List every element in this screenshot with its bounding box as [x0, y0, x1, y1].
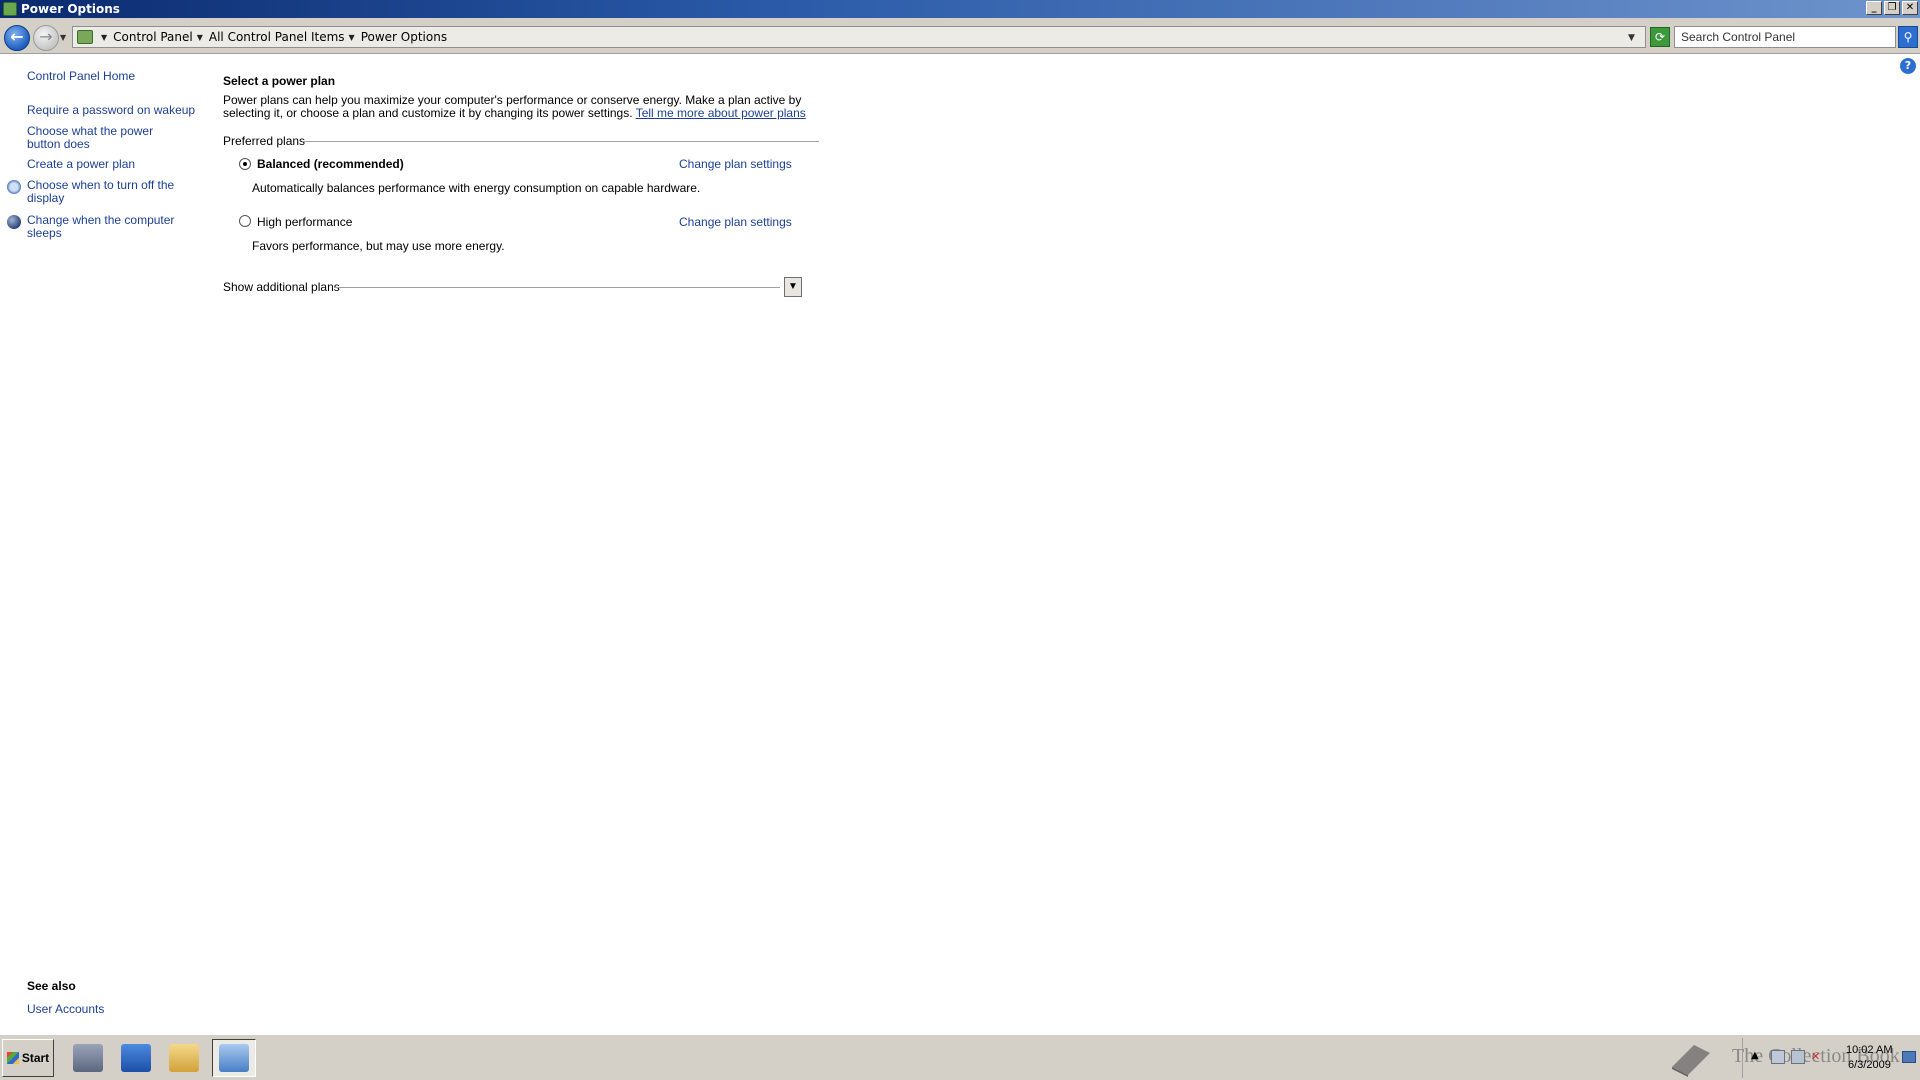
- help-icon[interactable]: ?: [1900, 58, 1916, 74]
- plan-description-balanced: Automatically balances performance with …: [252, 181, 701, 195]
- title-bar: Power Options _ ❐ ✕: [0, 0, 1920, 18]
- chevron-down-icon[interactable]: ▼: [197, 33, 203, 42]
- network-icon[interactable]: [1791, 1050, 1805, 1064]
- powershell-glyph: [121, 1044, 151, 1072]
- show-additional-plans-label[interactable]: Show additional plans: [223, 280, 340, 294]
- start-label: Start: [21, 1051, 50, 1065]
- main-content: Select a power plan Power plans can help…: [222, 54, 1902, 1034]
- control-panel-glyph: [219, 1044, 249, 1072]
- see-also-user-accounts[interactable]: User Accounts: [27, 1002, 104, 1016]
- restore-button[interactable]: ❐: [1884, 1, 1900, 15]
- address-bar: ← → ▼ ▼ Control Panel ▼ All Control Pane…: [0, 18, 1920, 54]
- clock-date[interactable]: 6/3/2009: [1848, 1059, 1891, 1071]
- plan-name-balanced[interactable]: Balanced (recommended): [257, 157, 404, 171]
- forward-button[interactable]: →: [33, 25, 59, 51]
- server-manager-glyph: [73, 1044, 103, 1072]
- breadcrumb[interactable]: ▼ Control Panel ▼ All Control Panel Item…: [72, 26, 1646, 48]
- chevron-down-icon[interactable]: ▼: [101, 33, 107, 42]
- action-center-icon[interactable]: [1771, 1050, 1785, 1064]
- window-title: Power Options: [21, 2, 120, 16]
- explorer-icon[interactable]: [162, 1039, 206, 1077]
- close-button[interactable]: ✕: [1902, 1, 1918, 15]
- balanced-radio[interactable]: [239, 158, 251, 170]
- taskbar: Start The Collection Book ▲ ✕ 10:02 AM 6…: [0, 1034, 1920, 1080]
- change-plan-settings-high-performance[interactable]: Change plan settings: [679, 215, 792, 229]
- sidebar-item-power-button[interactable]: Choose what the power button does: [27, 125, 187, 151]
- recent-pages-dropdown-icon[interactable]: ▼: [60, 33, 66, 42]
- control-panel-icon[interactable]: [212, 1039, 256, 1077]
- search-icon[interactable]: ⚲: [1898, 26, 1918, 48]
- sidebar: Control Panel Home Require a password on…: [0, 54, 210, 1034]
- search-input[interactable]: Search Control Panel: [1674, 26, 1896, 48]
- sidebar-item-require-password[interactable]: Require a password on wakeup: [27, 104, 202, 117]
- moon-icon: [7, 215, 21, 229]
- address-dropdown-icon[interactable]: ▼: [1628, 33, 1635, 43]
- powershell-icon[interactable]: [114, 1039, 158, 1077]
- power-options-icon: [3, 2, 17, 16]
- minimize-button[interactable]: _: [1866, 1, 1882, 15]
- window-controls: _ ❐ ✕: [1866, 1, 1918, 15]
- divider: [302, 141, 819, 142]
- breadcrumb-power-options[interactable]: Power Options: [361, 30, 447, 44]
- page-title: Select a power plan: [223, 74, 336, 88]
- server-manager-icon[interactable]: [66, 1039, 110, 1077]
- change-plan-settings-balanced[interactable]: Change plan settings: [679, 157, 792, 171]
- back-button[interactable]: ←: [4, 25, 30, 51]
- show-hidden-icons-icon[interactable]: ▲: [1751, 1050, 1765, 1064]
- plan-description-high-performance: Favors performance, but may use more ene…: [252, 239, 505, 253]
- sidebar-item-turn-off-display[interactable]: Choose when to turn off the display: [27, 179, 187, 205]
- refresh-button[interactable]: ⟳: [1650, 27, 1670, 47]
- chevron-down-icon[interactable]: ▼: [349, 33, 355, 42]
- breadcrumb-control-panel[interactable]: Control Panel: [113, 30, 193, 44]
- start-button[interactable]: Start: [2, 1039, 54, 1077]
- folder-glyph: [169, 1044, 199, 1072]
- expand-additional-plans-button[interactable]: ▼: [784, 277, 802, 297]
- clock-time[interactable]: 10:02 AM: [1846, 1044, 1892, 1056]
- breadcrumb-all-items[interactable]: All Control Panel Items: [209, 30, 345, 44]
- plan-name-high-performance[interactable]: High performance: [257, 215, 352, 229]
- windows-logo-icon: [6, 1052, 19, 1064]
- show-desktop-icon[interactable]: [1902, 1051, 1916, 1063]
- control-panel-icon: [77, 30, 93, 44]
- monitor-icon: [7, 180, 21, 194]
- book-icon: [1672, 1045, 1710, 1077]
- page-description: Power plans can help you maximize your c…: [223, 94, 823, 120]
- preferred-plans-label: Preferred plans: [223, 134, 306, 148]
- high-performance-radio[interactable]: [239, 215, 251, 227]
- sidebar-item-control-panel-home[interactable]: Control Panel Home: [27, 70, 202, 83]
- see-also-heading: See also: [27, 979, 76, 993]
- volume-muted-icon[interactable]: ✕: [1811, 1050, 1825, 1064]
- sidebar-item-computer-sleeps[interactable]: Change when the computer sleeps: [27, 214, 202, 240]
- tell-me-more-link[interactable]: Tell me more about power plans: [636, 106, 806, 120]
- sidebar-item-create-plan[interactable]: Create a power plan: [27, 158, 202, 171]
- divider: [334, 287, 780, 288]
